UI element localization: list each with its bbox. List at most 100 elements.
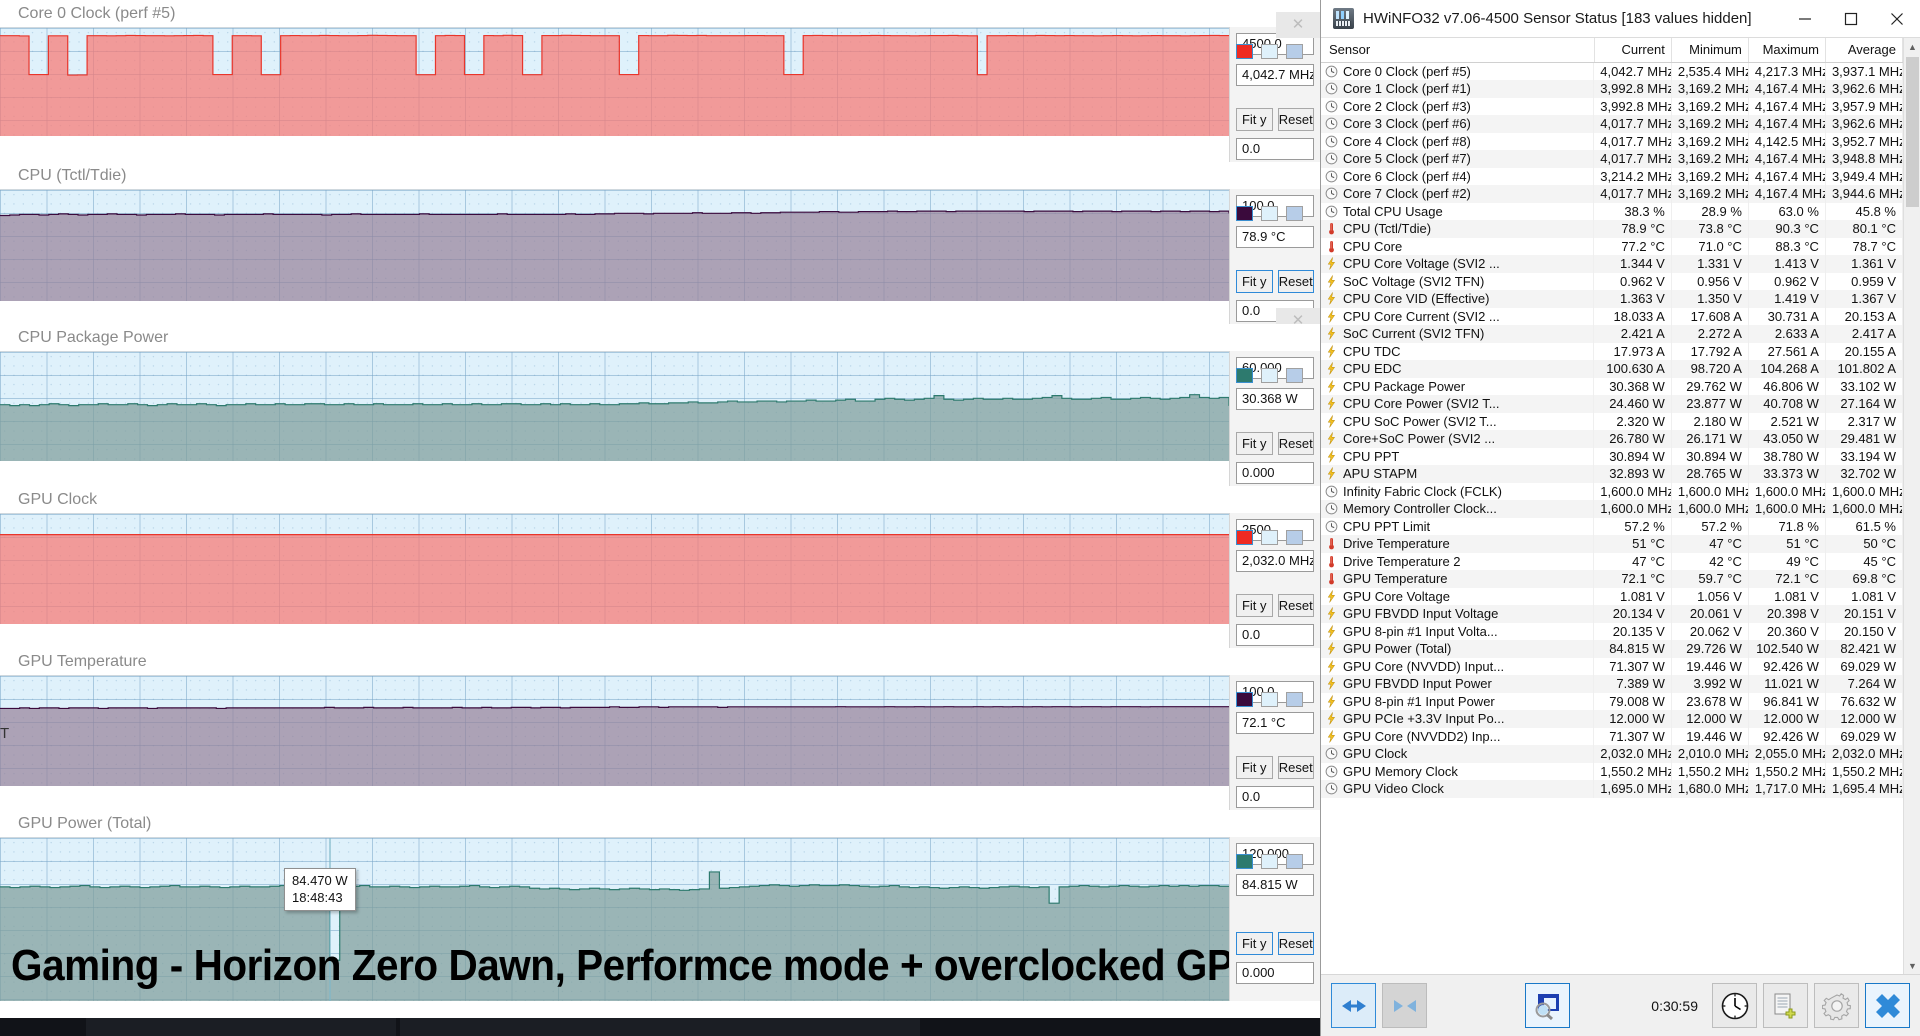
column-header-average[interactable]: Average — [1825, 38, 1903, 63]
gear-button[interactable] — [1814, 983, 1859, 1028]
fit-y-button[interactable]: Fit y — [1236, 756, 1273, 779]
table-row[interactable]: Memory Controller Clock... 1,600.0 MHz 1,6… — [1321, 500, 1903, 518]
column-header-maximum[interactable]: Maximum — [1748, 38, 1826, 63]
table-row[interactable]: CPU Core Current (SVI2 ... 18.033 A 17.608… — [1321, 307, 1903, 325]
table-row[interactable]: Core 1 Clock (perf #1) 3,992.8 MHz 3,169.2… — [1321, 80, 1903, 98]
table-row[interactable]: CPU TDC 17.973 A 17.792 A 27.561 A 20.155 A — [1321, 342, 1903, 360]
swatch-series-3[interactable] — [1286, 206, 1303, 221]
swatch-series-1[interactable] — [1236, 692, 1253, 707]
swatch-series-3[interactable] — [1286, 854, 1303, 869]
table-row[interactable]: GPU Memory Clock 1,550.2 MHz 1,550.2 MHz 1,… — [1321, 762, 1903, 780]
plot-area-cpu-tctl[interactable] — [0, 189, 1229, 301]
column-header-sensor[interactable]: Sensor — [1321, 38, 1595, 63]
table-row[interactable]: Drive Temperature 2 47 °C 42 °C 49 °C 45 °C — [1321, 552, 1903, 570]
table-row[interactable]: GPU 8-pin #1 Input Power 79.008 W 23.678 W… — [1321, 692, 1903, 710]
scrollbar-thumb[interactable] — [1906, 57, 1919, 207]
table-row[interactable]: APU STAPM 32.893 W 28.765 W 33.373 W 32.702 … — [1321, 465, 1903, 483]
y-min-input[interactable]: 0.0 — [1236, 624, 1314, 646]
start-logging-button[interactable] — [1763, 983, 1808, 1028]
panel-close-ghost[interactable]: ✕ — [1276, 12, 1320, 38]
table-row[interactable]: CPU SoC Power (SVI2 T... 2.320 W 2.180 W 2.… — [1321, 412, 1903, 430]
swatch-series-1[interactable] — [1236, 206, 1253, 221]
y-min-input[interactable]: 0.000 — [1236, 962, 1314, 984]
table-row[interactable]: Core 4 Clock (perf #8) 4,017.7 MHz 3,169.2… — [1321, 132, 1903, 150]
swatch-series-2[interactable] — [1261, 854, 1278, 869]
table-row[interactable]: GPU Core (NVVDD) Input... 71.307 W 19.446 … — [1321, 657, 1903, 675]
vertical-scrollbar[interactable]: ▲ ▼ — [1903, 38, 1920, 974]
swatch-series-2[interactable] — [1261, 368, 1278, 383]
table-row[interactable]: Core 0 Clock (perf #5) 4,042.7 MHz 2,535.4… — [1321, 62, 1903, 80]
expand-columns-button[interactable] — [1331, 983, 1376, 1028]
table-row[interactable]: Drive Temperature 51 °C 47 °C 51 °C 50 °C — [1321, 535, 1903, 553]
reset-button[interactable]: Reset — [1277, 108, 1314, 131]
close-icon[interactable] — [1874, 0, 1920, 38]
y-min-input[interactable]: 0.000 — [1236, 462, 1314, 484]
fit-y-button[interactable]: Fit y — [1236, 932, 1273, 955]
swatch-series-2[interactable] — [1261, 206, 1278, 221]
table-row[interactable]: SoC Voltage (SVI2 TFN) 0.962 V 0.956 V 0.96… — [1321, 272, 1903, 290]
close-button[interactable] — [1865, 983, 1910, 1028]
table-row[interactable]: Core 3 Clock (perf #6) 4,017.7 MHz 3,169.2… — [1321, 115, 1903, 133]
table-row[interactable]: Infinity Fabric Clock (FCLK) 1,600.0 MHz 1… — [1321, 482, 1903, 500]
swatch-series-1[interactable] — [1236, 530, 1253, 545]
taskbar[interactable] — [0, 1018, 1320, 1036]
table-row[interactable]: CPU Core VID (Effective) 1.363 V 1.350 V 1.… — [1321, 290, 1903, 308]
table-row[interactable]: GPU Power (Total) 84.815 W 29.726 W 102.540… — [1321, 640, 1903, 658]
table-row[interactable]: CPU Core 77.2 °C 71.0 °C 88.3 °C 78.7 °C — [1321, 237, 1903, 255]
fit-y-button[interactable]: Fit y — [1236, 432, 1273, 455]
column-header-current[interactable]: Current — [1594, 38, 1672, 63]
reset-button[interactable]: Reset — [1277, 932, 1314, 955]
plot-area-gpu-clock[interactable] — [0, 513, 1229, 624]
table-row[interactable]: CPU Core Voltage (SVI2 ... 1.344 V 1.331 V… — [1321, 255, 1903, 273]
table-row[interactable]: Core 7 Clock (perf #2) 4,017.7 MHz 3,169.2… — [1321, 185, 1903, 203]
swatch-series-3[interactable] — [1286, 530, 1303, 545]
reset-button[interactable]: Reset — [1277, 270, 1314, 293]
scroll-up-icon[interactable]: ▲ — [1904, 38, 1920, 55]
table-row[interactable]: GPU Temperature 72.1 °C 59.7 °C 72.1 °C 69.8… — [1321, 570, 1903, 588]
swatch-series-2[interactable] — [1261, 692, 1278, 707]
swatch-series-1[interactable] — [1236, 44, 1253, 59]
reset-button[interactable]: Reset — [1277, 432, 1314, 455]
reset-button[interactable]: Reset — [1277, 756, 1314, 779]
fit-y-button[interactable]: Fit y — [1236, 270, 1273, 293]
table-row[interactable]: GPU Core Voltage 1.081 V 1.056 V 1.081 V 1.0… — [1321, 587, 1903, 605]
table-row[interactable]: Total CPU Usage 38.3 % 28.9 % 63.0 % 45.8 % — [1321, 202, 1903, 220]
table-row[interactable]: GPU Core (NVVDD2) Inp... 71.307 W 19.446 W… — [1321, 727, 1903, 745]
column-header-minimum[interactable]: Minimum — [1671, 38, 1749, 63]
plot-area-core0-clock[interactable] — [0, 27, 1229, 136]
table-row[interactable]: CPU PPT 30.894 W 30.894 W 38.780 W 33.194 W — [1321, 447, 1903, 465]
table-row[interactable]: CPU EDC 100.630 A 98.720 A 104.268 A 101.802… — [1321, 360, 1903, 378]
table-row[interactable]: GPU 8-pin #1 Input Volta... 20.135 V 20.06… — [1321, 622, 1903, 640]
swatch-series-1[interactable] — [1236, 368, 1253, 383]
table-row[interactable]: GPU FBVDD Input Power 7.389 W 3.992 W 11.02… — [1321, 675, 1903, 693]
swatch-series-2[interactable] — [1261, 44, 1278, 59]
collapse-columns-button[interactable] — [1382, 983, 1427, 1028]
scroll-down-icon[interactable]: ▼ — [1904, 957, 1920, 974]
table-row[interactable]: CPU (Tctl/Tdie) 78.9 °C 73.8 °C 90.3 °C 80.1… — [1321, 220, 1903, 238]
plot-area-cpu-package-power[interactable] — [0, 351, 1229, 461]
table-row[interactable]: GPU Clock 2,032.0 MHz 2,010.0 MHz 2,055.0 M… — [1321, 745, 1903, 763]
table-row[interactable]: Core+SoC Power (SVI2 ... 26.780 W 26.171 W… — [1321, 430, 1903, 448]
reset-button[interactable]: Reset — [1277, 594, 1314, 617]
table-row[interactable]: CPU Core Power (SVI2 T... 24.460 W 23.877 … — [1321, 395, 1903, 413]
table-row[interactable]: Core 5 Clock (perf #7) 4,017.7 MHz 3,169.2… — [1321, 150, 1903, 168]
sensor-table-scroll[interactable]: Sensor Current Minimum Maximum Average C… — [1321, 38, 1903, 974]
minimize-icon[interactable] — [1782, 0, 1828, 38]
table-row[interactable]: GPU Video Clock 1,695.0 MHz 1,680.0 MHz 1,7… — [1321, 780, 1903, 798]
table-row[interactable]: CPU Package Power 30.368 W 29.762 W 46.806 … — [1321, 377, 1903, 395]
swatch-series-2[interactable] — [1261, 530, 1278, 545]
fit-y-button[interactable]: Fit y — [1236, 108, 1273, 131]
clock-button[interactable] — [1712, 983, 1757, 1028]
maximize-icon[interactable] — [1828, 0, 1874, 38]
table-row[interactable]: CPU PPT Limit 57.2 % 57.2 % 71.8 % 61.5 % — [1321, 517, 1903, 535]
swatch-series-3[interactable] — [1286, 692, 1303, 707]
y-min-input[interactable]: 0.0 — [1236, 786, 1314, 808]
table-row[interactable]: Core 6 Clock (perf #4) 3,214.2 MHz 3,169.2… — [1321, 167, 1903, 185]
swatch-series-3[interactable] — [1286, 368, 1303, 383]
fit-y-button[interactable]: Fit y — [1236, 594, 1273, 617]
plot-area-gpu-temperature[interactable] — [0, 675, 1229, 786]
table-row[interactable]: GPU PCIe +3.3V Input Po... 12.000 W 12.000… — [1321, 710, 1903, 728]
sensor-monitor-button[interactable] — [1525, 983, 1570, 1028]
table-row[interactable]: SoC Current (SVI2 TFN) 2.421 A 2.272 A 2.63… — [1321, 325, 1903, 343]
swatch-series-1[interactable] — [1236, 854, 1253, 869]
